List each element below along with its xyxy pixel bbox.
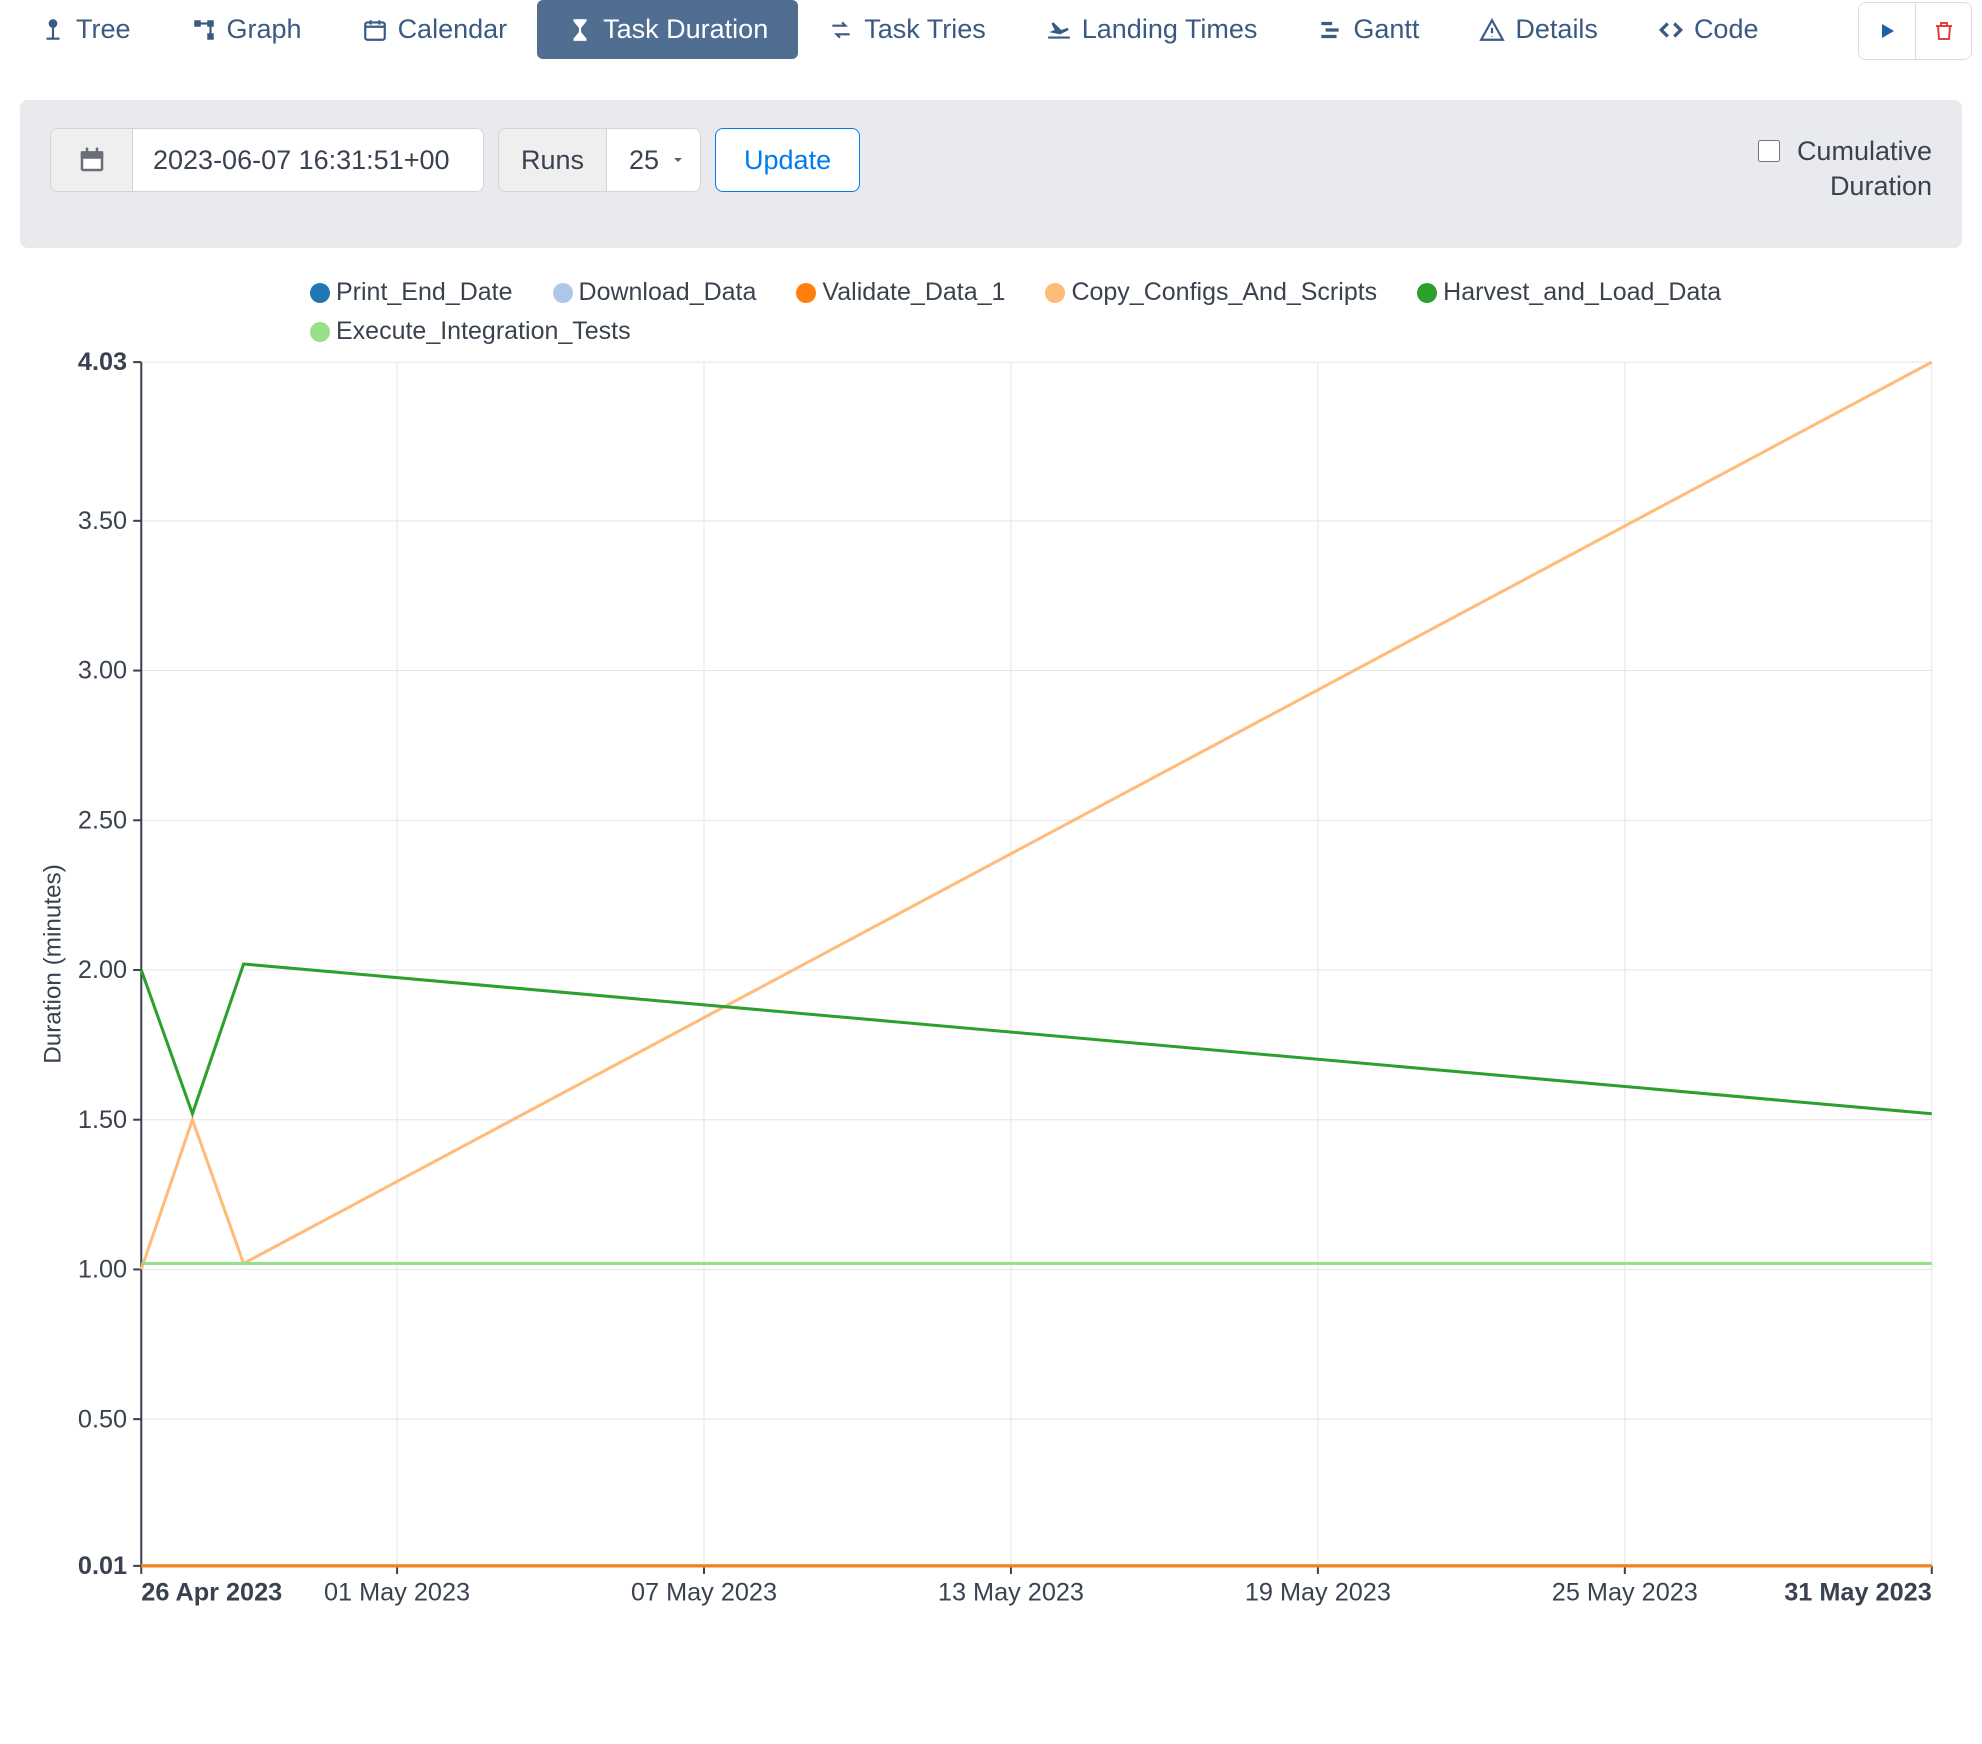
legend-item[interactable]: Harvest_and_Load_Data — [1417, 278, 1721, 307]
runs-select[interactable]: 25 — [607, 129, 700, 191]
tab-gantt[interactable]: Gantt — [1287, 0, 1449, 59]
gantt-icon — [1317, 17, 1343, 43]
legend-item[interactable]: Validate_Data_1 — [796, 278, 1005, 307]
svg-text:26 Apr 2023: 26 Apr 2023 — [141, 1578, 282, 1606]
update-button[interactable]: Update — [715, 128, 860, 192]
legend-dot — [310, 283, 330, 303]
legend-label: Print_End_Date — [336, 278, 513, 307]
controls-panel: Runs 25 Update Cumulative Duration — [20, 100, 1962, 248]
legend-label: Execute_Integration_Tests — [336, 317, 631, 346]
retry-icon — [828, 17, 854, 43]
chart-legend: Print_End_Date Download_Data Validate_Data… — [30, 278, 1952, 346]
cumulative-label: Cumulative Duration — [1797, 134, 1932, 204]
svg-text:19 May 2023: 19 May 2023 — [1245, 1578, 1391, 1606]
delete-button[interactable] — [1915, 3, 1971, 59]
svg-text:4.03: 4.03 — [78, 352, 127, 376]
legend-item[interactable]: Download_Data — [553, 278, 757, 307]
tab-task-tries[interactable]: Task Tries — [798, 0, 1016, 59]
legend-label: Validate_Data_1 — [822, 278, 1005, 307]
legend-item[interactable]: Execute_Integration_Tests — [310, 317, 631, 346]
tab-calendar[interactable]: Calendar — [332, 0, 538, 59]
code-icon — [1658, 17, 1684, 43]
svg-text:2.00: 2.00 — [78, 956, 127, 984]
tab-label: Task Tries — [864, 14, 986, 45]
runs-input-group: Runs 25 — [498, 128, 701, 192]
svg-text:0.50: 0.50 — [78, 1405, 127, 1433]
legend-dot — [1045, 283, 1065, 303]
calendar-icon — [362, 17, 388, 43]
view-tabs: Tree Graph Calendar Task Duration Task T… — [10, 0, 1788, 59]
svg-text:07 May 2023: 07 May 2023 — [631, 1578, 777, 1606]
svg-text:01 May 2023: 01 May 2023 — [324, 1578, 470, 1606]
legend-label: Copy_Configs_And_Scripts — [1071, 278, 1377, 307]
legend-dot — [796, 283, 816, 303]
svg-text:Duration (minutes): Duration (minutes) — [39, 864, 66, 1064]
svg-text:31 May 2023: 31 May 2023 — [1784, 1578, 1932, 1606]
tab-label: Gantt — [1353, 14, 1419, 45]
landing-icon — [1046, 17, 1072, 43]
tab-details[interactable]: Details — [1449, 0, 1628, 59]
svg-text:3.50: 3.50 — [78, 507, 127, 535]
tree-icon — [40, 17, 66, 43]
tab-tree[interactable]: Tree — [10, 0, 161, 59]
tab-landing-times[interactable]: Landing Times — [1016, 0, 1288, 59]
date-input-group — [50, 128, 484, 192]
calendar-addon-icon[interactable] — [51, 129, 133, 191]
legend-label: Download_Data — [579, 278, 757, 307]
chart-container: Print_End_Date Download_Data Validate_Data… — [0, 248, 1982, 1626]
tab-label: Landing Times — [1082, 14, 1258, 45]
cumulative-toggle[interactable]: Cumulative Duration — [1754, 128, 1932, 204]
svg-text:0.01: 0.01 — [78, 1552, 127, 1580]
details-icon — [1479, 17, 1505, 43]
svg-text:1.50: 1.50 — [78, 1106, 127, 1134]
legend-dot — [310, 322, 330, 342]
tab-label: Task Duration — [603, 14, 768, 45]
tab-label: Graph — [227, 14, 302, 45]
tab-label: Details — [1515, 14, 1598, 45]
tab-label: Tree — [76, 14, 131, 45]
legend-dot — [553, 283, 573, 303]
tab-graph[interactable]: Graph — [161, 0, 332, 59]
svg-text:25 May 2023: 25 May 2023 — [1552, 1578, 1698, 1606]
svg-text:2.50: 2.50 — [78, 807, 127, 835]
tab-label: Code — [1694, 14, 1759, 45]
hourglass-icon — [567, 17, 593, 43]
legend-dot — [1417, 283, 1437, 303]
legend-item[interactable]: Print_End_Date — [310, 278, 513, 307]
svg-text:13 May 2023: 13 May 2023 — [938, 1578, 1084, 1606]
runs-label: Runs — [499, 129, 607, 191]
top-actions — [1858, 2, 1972, 60]
task-duration-chart: 0.01 0.50 1.00 1.50 2.00 2.50 3.00 3.50 4.03 26 A… — [30, 352, 1952, 1616]
svg-text:3.00: 3.00 — [78, 657, 127, 685]
tab-task-duration[interactable]: Task Duration — [537, 0, 798, 59]
legend-item[interactable]: Copy_Configs_And_Scripts — [1045, 278, 1377, 307]
tab-label: Calendar — [398, 14, 508, 45]
legend-label: Harvest_and_Load_Data — [1443, 278, 1721, 307]
cumulative-checkbox[interactable] — [1758, 140, 1780, 162]
play-button[interactable] — [1859, 3, 1915, 59]
tab-code[interactable]: Code — [1628, 0, 1789, 59]
graph-icon — [191, 17, 217, 43]
svg-text:1.00: 1.00 — [78, 1256, 127, 1284]
run-date-input[interactable] — [133, 129, 483, 191]
